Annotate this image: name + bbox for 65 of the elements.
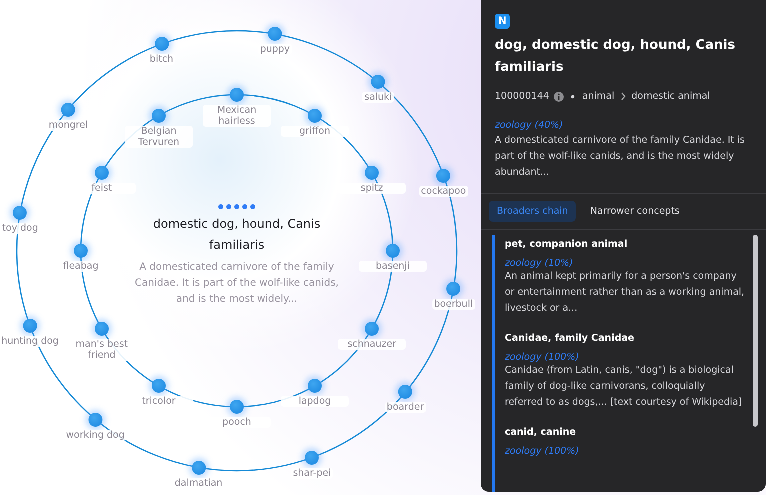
graph-node[interactable] bbox=[230, 88, 244, 102]
chain-item-description: An animal kept primarily for a person's company or entertainment rather than as a working animal, livestock or a... bbox=[505, 270, 745, 316]
node-label: Mexican hairless bbox=[203, 105, 271, 127]
tab[interactable]: Narrower concepts bbox=[582, 201, 688, 222]
graph-node[interactable] bbox=[398, 385, 413, 400]
info-icon[interactable] bbox=[554, 92, 564, 102]
graph-node[interactable] bbox=[436, 168, 451, 183]
domain-label: zoology (40%) bbox=[495, 120, 564, 131]
graph-node[interactable] bbox=[446, 282, 461, 296]
node-label: boarder bbox=[384, 402, 426, 414]
bullet-icon bbox=[569, 92, 578, 100]
graph-node[interactable] bbox=[74, 244, 88, 258]
node-label: boerbull bbox=[432, 299, 476, 310]
domain-label: zoology (10%) bbox=[505, 258, 574, 269]
node-label: schnauzer bbox=[338, 339, 406, 350]
chain-item-name[interactable]: Canidae, family Canidae bbox=[505, 333, 634, 344]
graph-node[interactable] bbox=[230, 400, 244, 414]
graph-node[interactable] bbox=[152, 379, 166, 394]
node-label: shar-pei bbox=[291, 468, 334, 479]
chain-item-name[interactable]: canid, canine bbox=[505, 427, 576, 438]
tab[interactable]: Broaders chain bbox=[489, 201, 576, 222]
graph-node[interactable] bbox=[268, 27, 282, 42]
node-label: bitch bbox=[148, 54, 176, 66]
panel-description: A domesticated carnivore of the family Canidae. It is part of the wolf-like canids, and is the most widely abundant... bbox=[495, 134, 746, 180]
node-label: toy dog bbox=[0, 222, 40, 234]
graph-node[interactable] bbox=[386, 244, 400, 258]
chevron-right-icon bbox=[620, 92, 627, 101]
node-label: saluki bbox=[362, 92, 394, 104]
node-label: dalmatian bbox=[172, 478, 225, 489]
graph-node[interactable] bbox=[192, 460, 206, 475]
concept-id: 100000144 bbox=[495, 91, 550, 102]
node-label: mongrel bbox=[46, 120, 90, 131]
graph-node[interactable] bbox=[308, 379, 322, 394]
graph-node[interactable] bbox=[152, 108, 166, 123]
chain-item-name[interactable]: pet, companion animal bbox=[505, 239, 628, 250]
node-label: puppy bbox=[258, 44, 292, 56]
node-label: working dog bbox=[64, 430, 127, 441]
concept-description: A domesticated carnivore of the family Canidae. It is part of the wolf-like canids, and is the most widely... bbox=[134, 261, 340, 307]
chain-item-description: Canidae (from Latin, canis, "dog") is a biological family of dog-like carnivorans, colloquially referred to as dogs,... [text courtesy of Wikipedia] bbox=[505, 364, 744, 410]
graph-node[interactable] bbox=[365, 322, 380, 336]
panel-title: dog, domestic dog, hound, Canis familiaris bbox=[495, 37, 736, 77]
graph-node[interactable] bbox=[154, 37, 169, 52]
node-label: lapdog bbox=[281, 396, 349, 408]
graph-node[interactable] bbox=[308, 108, 322, 123]
graph-node[interactable] bbox=[61, 102, 76, 117]
breadcrumb-link[interactable]: domestic animal bbox=[632, 91, 710, 102]
graph-node[interactable] bbox=[365, 166, 380, 180]
scrollbar[interactable] bbox=[753, 235, 758, 427]
concept-title: domestic dog, hound, Canis familiaris bbox=[152, 216, 322, 254]
graph-node[interactable] bbox=[305, 450, 320, 465]
node-label: Belgian Tervuren bbox=[125, 126, 193, 148]
graph-node[interactable] bbox=[371, 75, 386, 90]
domain-label: zoology (100%) bbox=[505, 446, 580, 457]
node-label: hunting dog bbox=[0, 336, 61, 348]
loading-dots-icon bbox=[217, 204, 257, 210]
graph-node[interactable] bbox=[94, 322, 109, 336]
node-label: cockapoo bbox=[419, 186, 468, 197]
graph-node[interactable] bbox=[88, 412, 103, 427]
graph-node[interactable] bbox=[94, 166, 109, 180]
node-label: basenji bbox=[359, 261, 427, 272]
graph-node[interactable] bbox=[13, 206, 28, 220]
domain-label: zoology (100%) bbox=[505, 352, 580, 363]
breadcrumb-link[interactable]: animal bbox=[582, 91, 615, 102]
graph-node[interactable] bbox=[23, 319, 38, 334]
noun-badge: N bbox=[495, 14, 510, 29]
